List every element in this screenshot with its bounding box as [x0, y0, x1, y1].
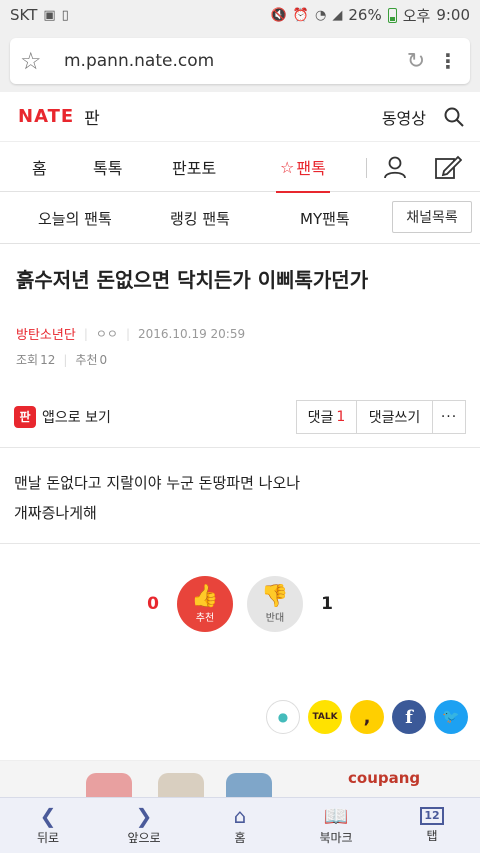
twitter-share-icon[interactable]: 🐦 [434, 700, 468, 734]
tab-pannphoto[interactable]: 판포토 [172, 142, 216, 192]
sub-tabs: 오늘의 팬톡 랭킹 팬톡 MY팬톡 채널목록 [0, 192, 480, 244]
url-text[interactable]: m.pann.nate.com [54, 51, 396, 71]
back-button[interactable]: ❮ 뒤로 [0, 798, 96, 853]
recommend-count: 0 [99, 352, 108, 367]
subtab-my[interactable]: MY팬톡 [300, 192, 350, 244]
download-notification-icon: ▯ [61, 7, 69, 23]
tab-fantok-label: 팬톡 [296, 159, 326, 178]
facebook-share-icon[interactable]: f [392, 700, 426, 734]
star-outline-icon: ☆ [280, 157, 295, 177]
back-label: 뒤로 [36, 831, 60, 845]
site-header: NATE 판 동영상 [0, 92, 480, 142]
vote-section: 0 👍 추천 👎 반대 1 [0, 544, 480, 664]
nate-logo[interactable]: NATE [18, 106, 74, 127]
recommend-label: 추천 [75, 353, 98, 367]
main-tabs: 홈 톡톡 판포토 ☆ 팬톡 [0, 142, 480, 193]
post-body: 맨날 돈없다고 지랄이야 누군 돈땅파면 나오나 개짜증나게해 [0, 448, 480, 544]
address-bar[interactable]: ☆ m.pann.nate.com ↻ ⋮ [10, 38, 470, 84]
channel-list-button[interactable]: 채널목록 [392, 201, 472, 233]
logo[interactable]: NATE 판 [18, 104, 100, 129]
wifi-icon: ◔ [315, 7, 327, 23]
write-comment-button[interactable]: 댓글쓰기 [357, 400, 433, 433]
kakaostory-share-icon[interactable]: , [350, 700, 384, 734]
home-label: 홈 [234, 831, 246, 845]
browser-toolbar: ☆ m.pann.nate.com ↻ ⋮ [0, 30, 480, 92]
post-meta: 방탄소년단 | ㅇㅇ | 2016.10.19 20:59 [0, 324, 480, 344]
post-datetime: 2016.10.19 20:59 [138, 326, 246, 341]
upvote-button[interactable]: 👍 추천 [177, 576, 233, 632]
thumbs-down-icon: 👎 [261, 583, 289, 609]
post-body-line: 맨날 돈없다고 지랄이야 누군 돈땅파면 나오나 [14, 474, 301, 492]
image-notification-icon: ▣ [43, 7, 56, 23]
star-icon[interactable]: ☆ [20, 47, 54, 75]
divider: | [125, 326, 130, 341]
divider: | [63, 352, 68, 367]
tabs-icon: 12 [420, 807, 444, 825]
comments-label: 댓글 [307, 409, 334, 426]
post-actions: 판 앱으로 보기 댓글 1 댓글쓰기 ··· [0, 386, 480, 448]
more-vert-icon[interactable]: ⋮ [436, 49, 460, 73]
video-link[interactable]: 동영상 [382, 105, 426, 129]
chat-share-icon[interactable]: ● [266, 700, 300, 734]
tab-divider [366, 158, 367, 178]
signal-icon: ◢ [332, 7, 343, 23]
home-button[interactable]: ⌂ 홈 [192, 798, 288, 853]
time-ampm: 오후 [402, 6, 431, 25]
comments-count: 1 [336, 408, 346, 425]
user-icon[interactable] [382, 154, 408, 180]
post-author[interactable]: 방탄소년단 [16, 324, 76, 343]
ad-brand-logo: coupang [348, 769, 421, 787]
search-icon[interactable] [444, 107, 464, 127]
open-in-app-label: 앱으로 보기 [42, 409, 111, 426]
forward-button[interactable]: ❯ 앞으로 [96, 798, 192, 853]
subtab-ranking[interactable]: 랭킹 팬톡 [170, 192, 230, 244]
thumbs-up-icon: 👍 [191, 583, 219, 609]
alarm-icon: ⏰ [292, 7, 310, 23]
carrier-label: SKT [10, 6, 38, 24]
comments-button[interactable]: 댓글 1 [297, 400, 357, 433]
downvote-label: 반대 [265, 612, 285, 624]
open-in-app-button[interactable]: 판 앱으로 보기 [14, 405, 111, 428]
pann-logo[interactable]: 판 [84, 104, 100, 129]
upvote-count: 0 [147, 594, 159, 614]
downvote-count: 1 [321, 594, 333, 614]
post-writer: ㅇㅇ [95, 327, 118, 341]
mute-icon: 🔇 [270, 7, 287, 23]
subtab-today[interactable]: 오늘의 팬톡 [38, 192, 112, 244]
chevron-left-icon: ❮ [39, 804, 57, 828]
post-title: 흙수저년 돈없으면 닥치든가 이삐톡가던가 [16, 268, 369, 292]
divider: | [83, 326, 88, 341]
home-icon: ⌂ [233, 804, 247, 828]
browser-bottom-bar: ❮ 뒤로 ❯ 앞으로 ⌂ 홈 📖 북마크 12 탭 [0, 797, 480, 853]
post-stats: 조회 12 | 추천 0 [0, 351, 480, 368]
tabs-label: 탭 [426, 829, 438, 843]
pann-app-icon: 판 [14, 405, 36, 428]
tab-toktok[interactable]: 톡톡 [93, 142, 122, 192]
share-bar: ● TALK , f 🐦 [0, 674, 480, 760]
write-icon[interactable] [434, 154, 462, 180]
more-options-icon[interactable]: ··· [433, 401, 465, 433]
battery-icon [387, 7, 397, 23]
downvote-button[interactable]: 👎 반대 [247, 576, 303, 632]
upvote-label: 추천 [195, 612, 215, 624]
time: 9:00 [436, 6, 470, 24]
forward-label: 앞으로 [127, 831, 161, 845]
chevron-right-icon: ❯ [135, 804, 153, 828]
comment-button-group: 댓글 1 댓글쓰기 ··· [296, 399, 466, 434]
views-label: 조회 [16, 353, 39, 367]
bookmark-button[interactable]: 📖 북마크 [288, 798, 384, 853]
bookmark-label: 북마크 [319, 831, 353, 845]
tabs-button[interactable]: 12 탭 [384, 798, 480, 853]
post-body-line: 개짜증나게해 [14, 504, 97, 522]
views-count: 12 [40, 352, 56, 367]
battery-percent: 26% [348, 6, 382, 24]
kakaotalk-share-icon[interactable]: TALK [308, 700, 342, 734]
bookmark-icon: 📖 [323, 804, 349, 828]
tab-home[interactable]: 홈 [32, 142, 47, 192]
tab-fantok[interactable]: ☆ 팬톡 [276, 142, 330, 193]
status-bar: SKT ▣ ▯ 🔇 ⏰ ◔ ◢ 26% 오후 9:00 [0, 0, 480, 30]
reload-icon[interactable]: ↻ [396, 49, 436, 74]
